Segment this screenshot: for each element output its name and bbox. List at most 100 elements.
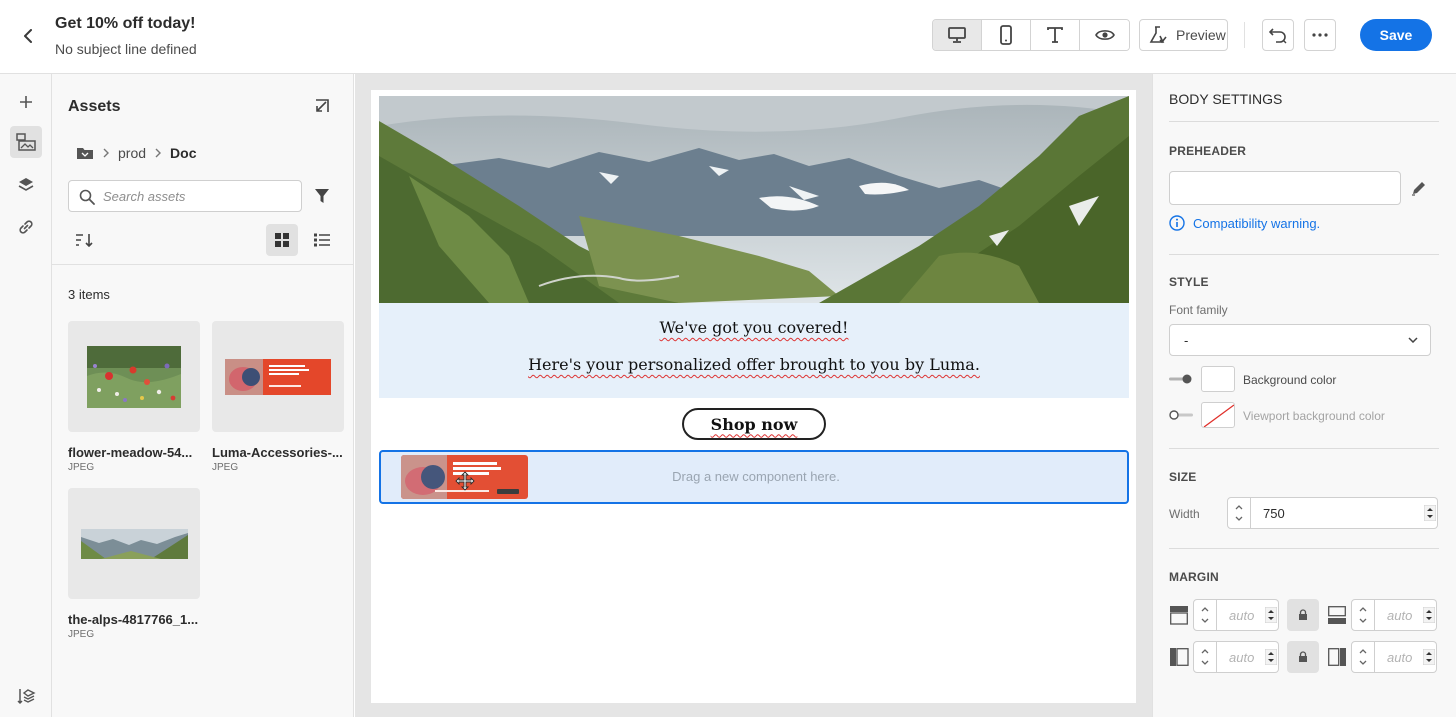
undo-button[interactable]	[1262, 19, 1294, 51]
preview-label: Preview	[1176, 27, 1226, 43]
text-block[interactable]: We've got you covered! Here's your perso…	[379, 303, 1129, 398]
background-color-swatch[interactable]	[1201, 366, 1235, 392]
settings-title: BODY SETTINGS	[1169, 91, 1283, 107]
dragged-asset-preview[interactable]	[401, 455, 528, 499]
shop-now-button[interactable]: Shop now	[682, 408, 826, 440]
sort-button[interactable]	[72, 228, 96, 252]
folder-icon[interactable]	[76, 146, 94, 160]
add-component-button[interactable]	[10, 86, 42, 118]
margin-right-stepper[interactable]	[1351, 641, 1375, 673]
grid-icon	[275, 233, 289, 247]
drop-zone[interactable]: Drag a new component here.	[379, 450, 1129, 504]
lock-icon	[1299, 609, 1307, 620]
breadcrumb-prod[interactable]: prod	[118, 145, 146, 161]
mobile-icon	[1000, 25, 1012, 45]
info-icon	[1169, 215, 1185, 231]
asset-card-luma-accessories[interactable]: Luma-Accessories-... JPEG	[212, 321, 344, 473]
asset-thumbnail	[68, 321, 200, 432]
asset-card-the-alps[interactable]: the-alps-4817766_1... JPEG	[68, 488, 200, 640]
header-bar: Get 10% off today! No subject line defin…	[0, 0, 1456, 74]
spin-buttons-icon[interactable]	[1423, 649, 1435, 665]
margin-right-icon	[1328, 648, 1346, 666]
search-icon	[79, 189, 95, 205]
edit-preheader-button[interactable]	[1409, 178, 1429, 198]
shop-now-label: Shop now	[710, 414, 798, 434]
alps-image	[80, 528, 188, 559]
open-external-button[interactable]	[310, 94, 334, 118]
mobile-view-button[interactable]	[982, 20, 1031, 50]
asset-card-flower-meadow[interactable]: flower-meadow-54... JPEG	[68, 321, 200, 473]
search-input[interactable]	[103, 181, 293, 211]
layers-settings-rail-button[interactable]	[10, 680, 42, 712]
margin-top-stepper[interactable]	[1193, 599, 1217, 631]
email-body-text: Here's your personalized offer brought t…	[528, 355, 980, 374]
width-input[interactable]	[1251, 497, 1438, 529]
hero-image[interactable]	[379, 96, 1129, 303]
divider	[1169, 121, 1439, 122]
lock-horizontal-margins-button[interactable]	[1287, 641, 1319, 673]
grid-view-button[interactable]	[266, 224, 298, 256]
back-button[interactable]	[16, 24, 40, 48]
preview-eye-button[interactable]	[1080, 20, 1129, 50]
compatibility-warning-text: Compatibility warning.	[1193, 215, 1321, 231]
list-view-button[interactable]	[306, 224, 338, 256]
assets-rail-button[interactable]	[10, 126, 42, 158]
eye-icon	[1094, 30, 1115, 40]
divider	[1169, 448, 1439, 449]
stepper-arrows-icon	[1235, 505, 1243, 521]
margin-left-stepper[interactable]	[1193, 641, 1217, 673]
margin-left-icon	[1170, 648, 1189, 666]
luma-accessories-image	[225, 358, 331, 395]
preheader-input[interactable]	[1169, 171, 1401, 205]
text-icon	[1047, 27, 1063, 43]
style-section-label: STYLE	[1169, 275, 1209, 289]
background-color-toggle[interactable]	[1169, 374, 1193, 384]
spin-buttons-icon[interactable]	[1424, 505, 1436, 521]
asset-thumbnail	[212, 321, 344, 432]
filter-button[interactable]	[310, 184, 334, 208]
layers-icon	[18, 178, 34, 191]
links-rail-button[interactable]	[10, 211, 42, 243]
margin-bottom-stepper[interactable]	[1351, 599, 1375, 631]
alps-hero-image	[379, 96, 1129, 303]
asset-type: JPEG	[68, 629, 95, 640]
ellipsis-icon	[1312, 33, 1328, 37]
spin-buttons-icon[interactable]	[1423, 607, 1435, 623]
divider	[1169, 548, 1439, 549]
filter-icon	[315, 189, 329, 203]
text-view-button[interactable]	[1031, 20, 1080, 50]
chevron-down-icon	[1408, 337, 1418, 343]
font-family-select[interactable]: -	[1169, 324, 1431, 356]
view-mode-group	[932, 19, 1130, 51]
save-button[interactable]: Save	[1360, 19, 1432, 51]
viewport-background-toggle[interactable]	[1169, 410, 1193, 420]
pencil-icon	[1412, 182, 1425, 196]
desktop-view-button[interactable]	[933, 20, 982, 50]
assets-panel: Assets prod Doc 3 items	[52, 74, 354, 717]
viewport-background-swatch[interactable]	[1201, 402, 1235, 428]
email-heading: We've got you covered!	[659, 318, 849, 337]
flower-meadow-image	[87, 345, 181, 408]
spin-buttons-icon[interactable]	[1265, 607, 1277, 623]
spin-buttons-icon[interactable]	[1265, 649, 1277, 665]
font-family-label: Font family	[1169, 303, 1228, 317]
flask-icon	[1149, 26, 1167, 44]
layers-rail-button[interactable]	[10, 169, 42, 201]
chevron-right-icon	[155, 148, 162, 158]
margin-top-icon	[1170, 606, 1188, 625]
preview-button[interactable]: Preview	[1139, 19, 1228, 51]
sort-icon	[76, 234, 93, 247]
asset-name: flower-meadow-54...	[68, 445, 193, 460]
chevron-left-icon	[24, 29, 32, 43]
asset-type: JPEG	[212, 462, 239, 473]
assets-panel-title: Assets	[68, 98, 121, 115]
more-options-button[interactable]	[1304, 19, 1336, 51]
email-canvas: We've got you covered! Here's your perso…	[355, 74, 1152, 717]
email-body[interactable]: We've got you covered! Here's your perso…	[371, 90, 1136, 703]
lock-vertical-margins-button[interactable]	[1287, 599, 1319, 631]
width-label: Width	[1169, 507, 1200, 521]
width-stepper[interactable]	[1227, 497, 1251, 529]
left-rail	[0, 74, 52, 717]
stepper-arrows-icon	[1201, 607, 1209, 623]
compatibility-warning-link[interactable]: Compatibility warning.	[1169, 215, 1320, 231]
